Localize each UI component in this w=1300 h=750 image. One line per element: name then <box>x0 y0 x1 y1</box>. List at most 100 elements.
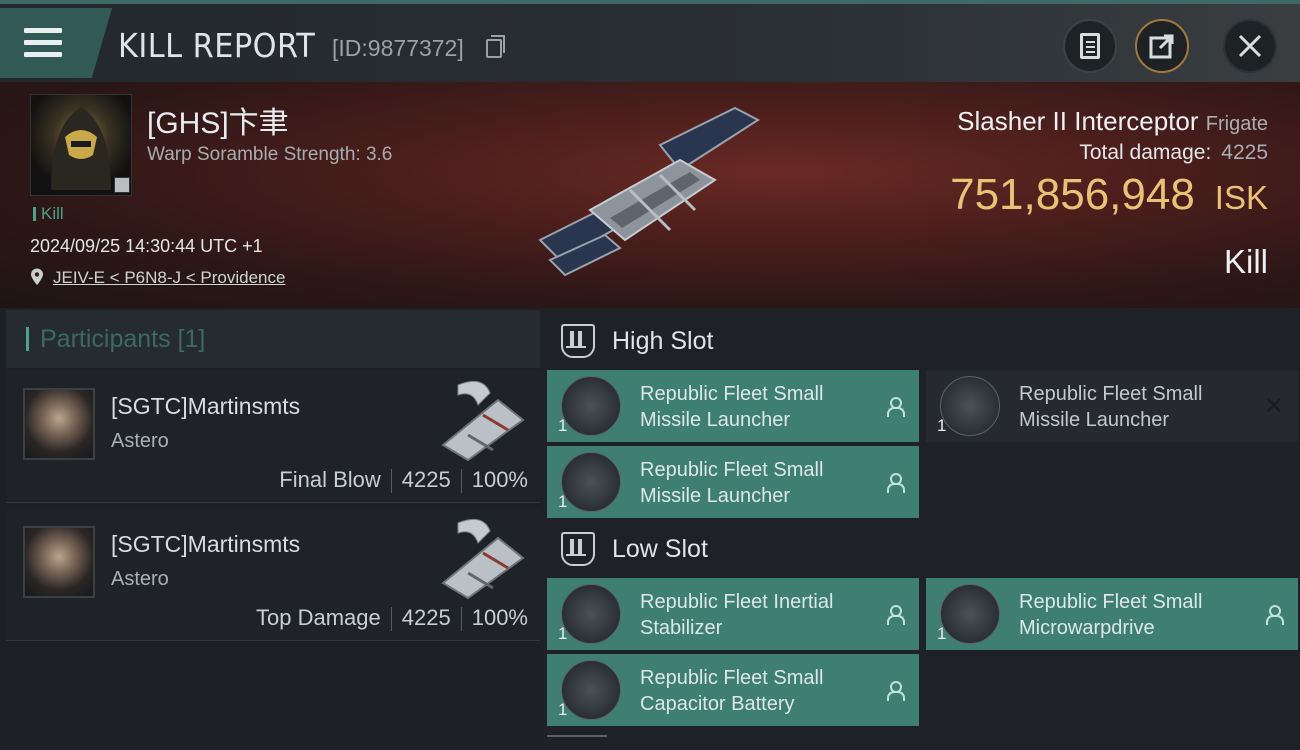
module-name: Republic Fleet Inertial Stabilizer <box>640 589 870 641</box>
module-name-line1: Republic Fleet Small <box>640 459 824 481</box>
high-slot-label: High Slot <box>612 327 714 355</box>
module-name-line2: Missile Launcher <box>640 409 791 431</box>
high-slot-header: High Slot <box>547 310 1300 372</box>
low-slot-label: Low Slot <box>612 535 708 563</box>
clipboard-icon <box>1080 33 1100 59</box>
participant-avatar[interactable] <box>23 526 95 598</box>
destroyed-x-icon: ✕ <box>1263 393 1284 420</box>
victim-ship-name[interactable]: Slasher II Interceptor Frigate <box>957 106 1268 137</box>
participant-stats: Top Damage 4225 100% <box>256 605 528 632</box>
share-icon <box>1149 34 1174 59</box>
participants-title: Participants [1] <box>40 325 206 353</box>
missile-launcher-icon <box>561 376 621 436</box>
missile-launcher-icon <box>561 452 621 512</box>
menu-icon <box>24 28 62 58</box>
module-name: Republic Fleet Small Missile Launcher <box>1019 381 1249 433</box>
module-name-line1: Republic Fleet Small <box>640 667 824 689</box>
participant-ship: Astero <box>111 430 169 452</box>
next-slot-header-partial <box>547 735 607 750</box>
portrait-menu-icon[interactable] <box>114 177 130 193</box>
module-quantity: 1 <box>558 416 568 435</box>
module-name-line1: Republic Fleet Small <box>640 383 824 405</box>
top-bar: KILL REPORT [ID:9877372] <box>0 0 1300 82</box>
participant-ship: Astero <box>111 568 169 590</box>
person-icon <box>887 397 905 417</box>
warp-scramble-strength: Warp Soramble Strength: 3.6 <box>147 144 393 165</box>
participant-avatar[interactable] <box>23 388 95 460</box>
module-quantity: 1 <box>558 492 568 511</box>
high-slot-icon <box>561 324 595 358</box>
kill-report-screen: KILL REPORT [ID:9877372] [GHS]卞聿 Warp So… <box>0 0 1300 750</box>
microwarpdrive-icon <box>940 584 1000 644</box>
header-accent-bar <box>26 327 29 351</box>
participant-percent: 100% <box>471 605 528 630</box>
module-name-line2: Stabilizer <box>640 617 723 639</box>
person-icon <box>1266 605 1284 625</box>
close-icon <box>1238 34 1262 58</box>
participant-ship-image <box>441 518 525 600</box>
participant-name[interactable]: [SGTC]Martinsmts <box>111 393 300 420</box>
participants-header: Participants [1] <box>6 310 540 368</box>
victim-ship-image <box>538 106 760 277</box>
person-icon <box>887 605 905 625</box>
share-button[interactable] <box>1135 19 1189 73</box>
low-slot-icon <box>561 532 595 566</box>
kill-datetime: 2024/09/25 14:30:44 UTC +1 <box>30 236 263 256</box>
module-name: Republic Fleet Small Microwarpdrive <box>1019 589 1249 641</box>
isk-currency: ISK <box>1214 179 1268 216</box>
close-button[interactable] <box>1223 19 1277 73</box>
kill-tag: Kill <box>33 205 64 222</box>
clipboard-button[interactable] <box>1063 19 1117 73</box>
module-name: Republic Fleet Small Missile Launcher <box>640 457 870 509</box>
module-name: Republic Fleet Small Missile Launcher <box>640 381 870 433</box>
module-quantity: 1 <box>937 416 947 435</box>
copy-icon[interactable] <box>486 35 505 58</box>
ship-class: Frigate <box>1205 113 1268 135</box>
module-name-line2: Missile Launcher <box>1019 409 1170 431</box>
module-name-line2: Capacitor Battery <box>640 693 795 715</box>
isk-amount: 751,856,948 <box>950 170 1195 219</box>
module-slot[interactable]: 1 Republic Fleet Small Missile Launcher ✕ <box>926 370 1298 442</box>
menu-button[interactable] <box>0 8 112 78</box>
module-slot[interactable]: 1 Republic Fleet Small Microwarpdrive <box>926 578 1298 650</box>
low-slot-header: Low Slot <box>547 518 1300 580</box>
participant-row[interactable]: [SGTC]Martinsmts Astero Final Blow 4225 10… <box>6 370 540 503</box>
module-name-line1: Republic Fleet Small <box>1019 383 1203 405</box>
module-name: Republic Fleet Small Capacitor Battery <box>640 665 870 717</box>
participant-row[interactable]: [SGTC]Martinsmts Astero Top Damage 4225 10… <box>6 508 540 641</box>
person-icon <box>887 473 905 493</box>
report-id: [ID:9877372] <box>332 35 464 61</box>
module-name-line2: Missile Launcher <box>640 485 791 507</box>
participant-role: Top Damage <box>256 605 381 630</box>
person-icon <box>887 681 905 701</box>
module-slot[interactable]: 1 Republic Fleet Inertial Stabilizer <box>547 578 919 650</box>
ship-name-text: Slasher II Interceptor <box>957 106 1199 136</box>
module-slot[interactable]: 1 Republic Fleet Small Missile Launcher <box>547 370 919 442</box>
participant-role: Final Blow <box>279 467 381 492</box>
result-label: Kill <box>1223 243 1268 280</box>
participant-damage: 4225 <box>401 467 451 492</box>
participant-percent: 100% <box>471 467 528 492</box>
module-quantity: 1 <box>558 624 568 643</box>
location-pin-icon <box>31 268 43 285</box>
module-name-line1: Republic Fleet Small <box>1019 591 1203 613</box>
total-damage-value: 4225 <box>1221 141 1268 164</box>
module-slot[interactable]: 1 Republic Fleet Small Capacitor Battery <box>547 654 919 726</box>
missile-launcher-icon <box>940 376 1000 436</box>
module-quantity: 1 <box>558 700 568 719</box>
module-quantity: 1 <box>937 624 947 643</box>
victim-name[interactable]: [GHS]卞聿 <box>147 98 289 142</box>
participant-ship-image <box>441 380 525 462</box>
total-damage: Total damage: 4225 <box>1079 141 1268 165</box>
module-name-line2: Microwarpdrive <box>1019 617 1155 639</box>
participant-stats: Final Blow 4225 100% <box>279 467 528 494</box>
location-link[interactable]: JEIV-E < P6N8-J < Providence <box>53 268 285 288</box>
total-damage-label: Total damage: <box>1079 141 1212 164</box>
participant-damage: 4225 <box>401 605 451 630</box>
module-slot[interactable]: 1 Republic Fleet Small Missile Launcher <box>547 446 919 518</box>
participant-name[interactable]: [SGTC]Martinsmts <box>111 531 300 558</box>
capacitor-battery-icon <box>561 660 621 720</box>
inertial-stabilizer-icon <box>561 584 621 644</box>
page-title: KILL REPORT <box>118 26 316 65</box>
isk-value: 751,856,948 ISK <box>950 170 1268 220</box>
